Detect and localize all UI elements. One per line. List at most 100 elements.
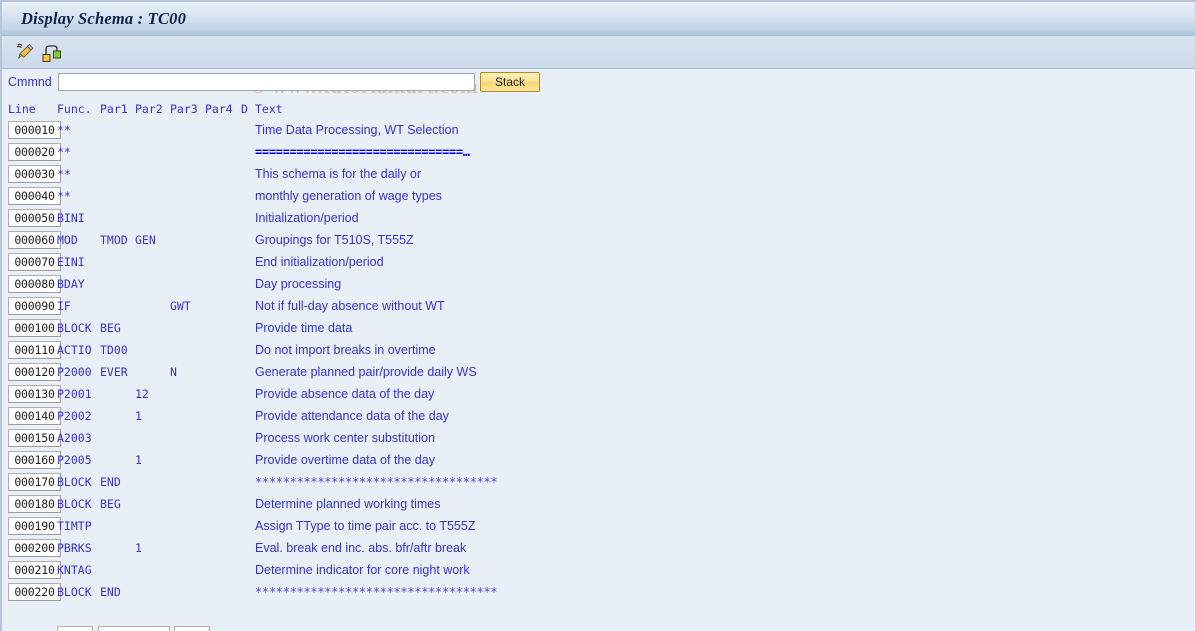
row-cell-func[interactable]: IF (57, 298, 71, 314)
row-cell-text[interactable]: End initialization/period (255, 254, 384, 271)
row-cell-text[interactable]: Do not import breaks in overtime (255, 342, 436, 359)
row-cell-text[interactable]: Determine planned working times (255, 496, 441, 513)
row-cell-par2[interactable]: 1 (135, 452, 142, 468)
row-cell-text[interactable]: Provide absence data of the day (255, 386, 434, 403)
row-cell-par1[interactable]: TD00 (100, 342, 128, 358)
table-row[interactable]: 000150 A2003 Process work center substitut… (2, 429, 1195, 451)
row-cell-func[interactable]: P2000 (57, 364, 92, 380)
row-cell-text[interactable]: Eval. break end inc. abs. bfr/aftr break (255, 540, 466, 557)
row-cell-text[interactable]: This schema is for the daily or (255, 166, 421, 183)
row-line-number[interactable]: 000180 (8, 495, 61, 513)
row-cell-text[interactable]: Not if full-day absence without WT (255, 298, 445, 315)
table-row[interactable]: 000160 P2005 1 Provide overtime data of the… (2, 451, 1195, 473)
row-cell-text[interactable]: Process work center substitution (255, 430, 435, 447)
table-row[interactable]: 000180 BLOCK BEG Determine planned working … (2, 495, 1195, 517)
row-cell-text[interactable]: Groupings for T510S, T555Z (255, 232, 414, 249)
row-cell-par3[interactable]: GWT (170, 298, 191, 314)
row-line-number[interactable]: 000110 (8, 341, 61, 359)
row-cell-func[interactable]: KNTAG (57, 562, 92, 578)
row-cell-func[interactable]: BLOCK (57, 496, 92, 512)
row-cell-func[interactable]: ** (57, 122, 71, 138)
table-row[interactable]: 000140 P2002 1 Provide attendance data of t… (2, 407, 1195, 429)
table-row[interactable]: 000120 P2000 EVER N Generate planned pair/pr… (2, 363, 1195, 385)
row-line-number[interactable]: 000030 (8, 165, 61, 183)
row-cell-func[interactable]: MOD (57, 232, 78, 248)
row-line-number[interactable]: 000160 (8, 451, 61, 469)
table-row[interactable]: 000080 BDAY Day processing (2, 275, 1195, 297)
table-row[interactable]: 000220 BLOCK END **************************… (2, 583, 1195, 605)
row-cell-text[interactable]: ==============================… (255, 144, 470, 161)
row-cell-par2[interactable]: GEN (135, 232, 156, 248)
row-cell-par1[interactable]: EVER (100, 364, 128, 380)
table-row[interactable]: 000020 ** ==============================… (2, 143, 1195, 165)
row-cell-par2[interactable]: 12 (135, 386, 149, 402)
table-row[interactable]: 000210 KNTAG Determine indicator for core … (2, 561, 1195, 583)
row-cell-text[interactable]: Determine indicator for core night work (255, 562, 470, 579)
row-cell-par1[interactable]: BEG (100, 496, 121, 512)
row-cell-par3[interactable]: N (170, 364, 177, 380)
table-row[interactable]: 000070 EINI End initialization/period (2, 253, 1195, 275)
edit-pencil-icon[interactable] (15, 42, 36, 63)
table-row[interactable]: 000170 BLOCK END **************************… (2, 473, 1195, 495)
row-line-number[interactable]: 000080 (8, 275, 61, 293)
row-line-number[interactable]: 000200 (8, 539, 61, 557)
row-cell-func[interactable]: BLOCK (57, 584, 92, 600)
row-cell-func[interactable]: PBRKS (57, 540, 92, 556)
table-row[interactable]: 000060 MOD TMOD GEN Groupings for T510S, T55… (2, 231, 1195, 253)
row-line-number[interactable]: 000100 (8, 319, 61, 337)
row-line-number[interactable]: 000040 (8, 187, 61, 205)
row-cell-func[interactable]: ** (57, 144, 71, 160)
row-line-number[interactable]: 000130 (8, 385, 61, 403)
table-row[interactable]: 000050 BINI Initialization/period (2, 209, 1195, 231)
row-line-number[interactable]: 000060 (8, 231, 61, 249)
row-line-number[interactable]: 000010 (8, 121, 61, 139)
row-cell-func[interactable]: P2001 (57, 386, 92, 402)
row-cell-par1[interactable]: BEG (100, 320, 121, 336)
row-cell-text[interactable]: Day processing (255, 276, 341, 293)
stack-button[interactable]: Stack (480, 72, 540, 92)
row-line-number[interactable]: 000050 (8, 209, 61, 227)
row-line-number[interactable]: 000190 (8, 517, 61, 535)
row-line-number[interactable]: 000090 (8, 297, 61, 315)
row-line-number[interactable]: 000070 (8, 253, 61, 271)
row-cell-func[interactable]: BLOCK (57, 320, 92, 336)
row-cell-text[interactable]: *********************************** (255, 584, 498, 601)
table-row[interactable]: 000100 BLOCK BEG Provide time data (2, 319, 1195, 341)
row-cell-func[interactable]: TIMTP (57, 518, 92, 534)
hierarchy-structure-icon[interactable] (41, 42, 62, 63)
row-cell-par2[interactable]: 1 (135, 408, 142, 424)
row-line-number[interactable]: 000120 (8, 363, 61, 381)
row-line-number[interactable]: 000020 (8, 143, 61, 161)
row-cell-par1[interactable]: TMOD (100, 232, 128, 248)
table-row[interactable]: 000030 ** This schema is for the daily or (2, 165, 1195, 187)
row-cell-func[interactable]: BLOCK (57, 474, 92, 490)
table-row[interactable]: 000090 IF GWT Not if full-day absence witho… (2, 297, 1195, 319)
row-cell-text[interactable]: Generate planned pair/provide daily WS (255, 364, 477, 381)
row-line-number[interactable]: 000210 (8, 561, 61, 579)
table-row[interactable]: 000200 PBRKS 1 Eval. break end inc. abs. bf… (2, 539, 1195, 561)
row-cell-par1[interactable]: END (100, 474, 121, 490)
command-input[interactable] (58, 73, 475, 91)
row-cell-func[interactable]: ACTIO (57, 342, 92, 358)
row-cell-par1[interactable]: END (100, 584, 121, 600)
row-cell-text[interactable]: Provide time data (255, 320, 352, 337)
row-cell-func[interactable]: A2003 (57, 430, 92, 446)
row-cell-func[interactable]: ** (57, 166, 71, 182)
row-cell-func[interactable]: P2002 (57, 408, 92, 424)
row-cell-text[interactable]: Assign TType to time pair acc. to T555Z (255, 518, 475, 535)
table-row[interactable]: 000130 P2001 12 Provide absence data of the… (2, 385, 1195, 407)
row-line-number[interactable]: 000220 (8, 583, 61, 601)
row-cell-func[interactable]: EINI (57, 254, 85, 270)
row-cell-func[interactable]: BINI (57, 210, 85, 226)
row-line-number[interactable]: 000150 (8, 429, 61, 447)
row-cell-text[interactable]: Provide overtime data of the day (255, 452, 435, 469)
table-row[interactable]: 000010 ** Time Data Processing, WT Selecti… (2, 121, 1195, 143)
row-cell-func[interactable]: ** (57, 188, 71, 204)
table-row[interactable]: 000110 ACTIO TD00 Do not import breaks in o… (2, 341, 1195, 363)
row-cell-par2[interactable]: 1 (135, 540, 142, 556)
table-row[interactable]: 000040 ** monthly generation of wage types (2, 187, 1195, 209)
row-cell-text[interactable]: monthly generation of wage types (255, 188, 442, 205)
row-line-number[interactable]: 000170 (8, 473, 61, 491)
row-cell-func[interactable]: BDAY (57, 276, 85, 292)
table-row[interactable]: 000190 TIMTP Assign TType to time pair acc… (2, 517, 1195, 539)
